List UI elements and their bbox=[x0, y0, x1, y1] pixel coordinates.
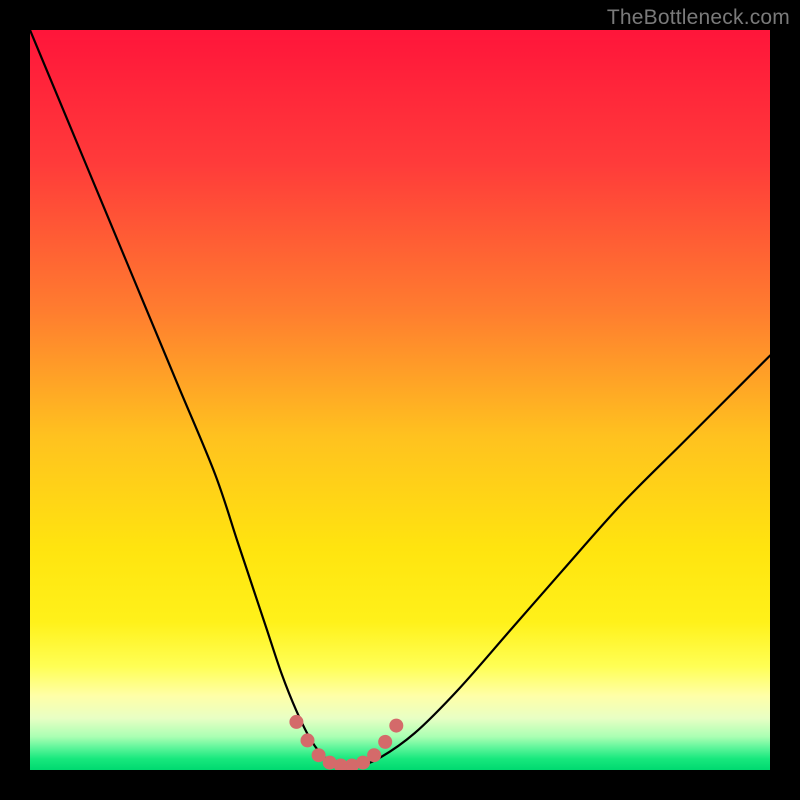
bottleneck-plot bbox=[30, 30, 770, 770]
trough-dot bbox=[389, 719, 403, 733]
chart-frame bbox=[30, 30, 770, 770]
trough-dot bbox=[367, 748, 381, 762]
watermark-text: TheBottleneck.com bbox=[607, 6, 790, 30]
trough-dot bbox=[289, 715, 303, 729]
gradient-background bbox=[30, 30, 770, 770]
trough-dot bbox=[378, 735, 392, 749]
trough-dot bbox=[301, 733, 315, 747]
